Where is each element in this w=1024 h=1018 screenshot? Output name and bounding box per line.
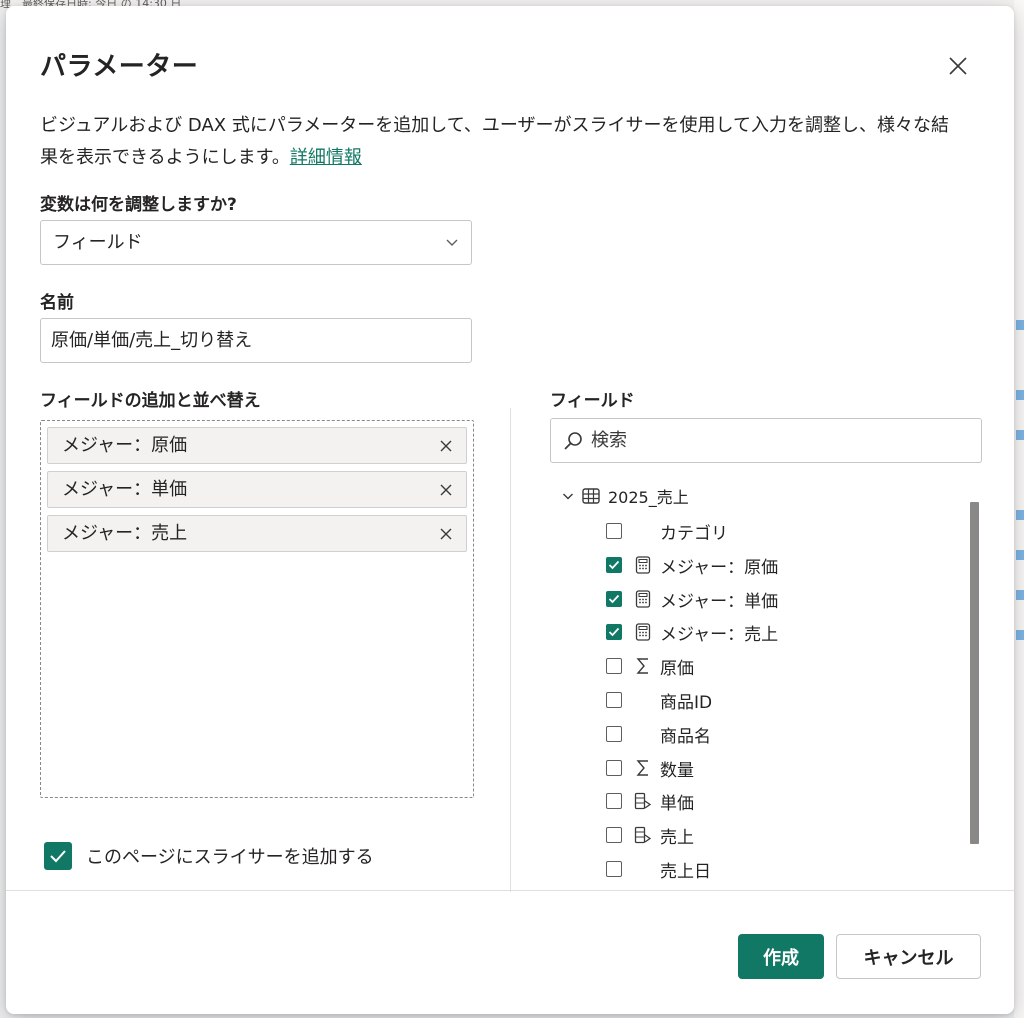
remove-icon[interactable] <box>440 528 452 540</box>
checkbox-unchecked[interactable] <box>606 726 622 742</box>
field-list-item[interactable]: カテゴリ <box>606 518 728 544</box>
column-divider <box>510 408 511 892</box>
cancel-button[interactable]: キャンセル <box>836 934 981 979</box>
search-icon <box>564 432 582 450</box>
field-label: 売上日 <box>660 861 711 882</box>
calculator-icon <box>634 556 652 574</box>
variable-dropdown[interactable]: フィールド <box>40 220 472 265</box>
chevron-down-icon <box>446 239 458 246</box>
field-list-item[interactable]: メジャー：原価 <box>606 552 778 578</box>
table-icon <box>582 488 600 504</box>
field-list-item[interactable]: 数量 <box>606 755 694 781</box>
calculator-icon <box>634 590 652 608</box>
calculator-icon <box>634 623 652 641</box>
added-field-chip[interactable]: メジャー：売上 <box>47 515 467 552</box>
field-label: 単価 <box>660 793 694 814</box>
field-list-item[interactable]: 商品名 <box>606 721 711 747</box>
sigma-icon <box>634 657 652 675</box>
scrollbar[interactable] <box>970 502 979 844</box>
create-button[interactable]: 作成 <box>738 934 824 979</box>
checkbox-unchecked[interactable] <box>606 827 622 843</box>
icon-placeholder <box>634 522 652 540</box>
checkbox-checked[interactable] <box>606 557 622 573</box>
added-fields-dropzone[interactable]: メジャー：原価 メジャー：単価 メジャー：売上 <box>40 420 474 798</box>
field-label: カテゴリ <box>660 523 728 544</box>
field-list-item[interactable]: 売上日 <box>606 856 711 882</box>
chevron-down-icon[interactable] <box>562 491 574 501</box>
icon-placeholder <box>634 860 652 878</box>
field-label: 原価 <box>660 658 694 679</box>
dialog-title: パラメーター <box>40 52 199 82</box>
checkbox-unchecked[interactable] <box>606 760 622 776</box>
field-list-item[interactable]: メジャー：売上 <box>606 619 778 645</box>
added-field-chip[interactable]: メジャー：単価 <box>47 471 467 508</box>
description-text: ビジュアルおよび DAX 式にパラメーターを追加して、ユーザーがスライサーを使用… <box>40 115 949 168</box>
add-slicer-checkbox[interactable]: このページにスライサーを追加する <box>44 841 374 871</box>
checkmark-icon <box>608 560 620 570</box>
checkmark-icon <box>50 850 66 863</box>
add-slicer-label: このページにスライサーを追加する <box>86 847 374 868</box>
checkbox-unchecked[interactable] <box>606 861 622 877</box>
name-label: 名前 <box>40 293 74 313</box>
table-node[interactable]: 2025_売上 <box>562 484 689 508</box>
field-label: メジャー：単価 <box>660 591 779 612</box>
close-button[interactable] <box>942 50 974 82</box>
footer-divider <box>6 890 1014 891</box>
field-list-item[interactable]: 単価 <box>606 788 694 814</box>
learn-more-link[interactable]: 詳細情報 <box>290 147 362 168</box>
search-placeholder: 検索 <box>591 430 627 451</box>
checkbox-checked[interactable] <box>606 624 622 640</box>
remove-icon[interactable] <box>440 484 452 496</box>
variable-label: 変数は何を調整しますか? <box>40 195 237 215</box>
field-list-item[interactable]: 原価 <box>606 653 694 679</box>
checkmark-icon <box>608 594 620 604</box>
close-icon <box>949 57 967 75</box>
field-label: メジャー：売上 <box>660 624 779 645</box>
dialog-description: ビジュアルおよび DAX 式にパラメーターを追加して、ユーザーがスライサーを使用… <box>40 110 960 174</box>
field-label: 数量 <box>660 760 694 781</box>
added-field-chip[interactable]: メジャー：原価 <box>47 427 467 464</box>
field-label: 商品ID <box>660 692 713 713</box>
fields-search-input[interactable]: 検索 <box>550 418 982 463</box>
icon-placeholder <box>634 725 652 743</box>
fields-panel-label: フィールド <box>550 391 635 411</box>
remove-icon[interactable] <box>440 440 452 452</box>
icon-placeholder <box>634 691 652 709</box>
sigma-icon <box>634 759 652 777</box>
chip-label: メジャー：原価 <box>62 435 188 456</box>
field-list-item[interactable]: 売上 <box>606 822 694 848</box>
name-input[interactable]: 原価/単価/売上_切り替え <box>40 318 472 363</box>
table-name: 2025_売上 <box>608 488 689 507</box>
checkbox-checked[interactable] <box>44 842 72 870</box>
background-right-panel <box>1014 0 1024 1018</box>
field-label: 売上 <box>660 827 694 848</box>
calculated-column-icon <box>634 826 652 844</box>
calculated-column-icon <box>634 792 652 810</box>
field-list-item[interactable]: 商品ID <box>606 687 712 713</box>
added-fields-label: フィールドの追加と並べ替え <box>40 391 261 411</box>
chip-label: メジャー：単価 <box>62 479 188 500</box>
checkbox-unchecked[interactable] <box>606 692 622 708</box>
field-label: メジャー：原価 <box>660 557 779 578</box>
checkbox-unchecked[interactable] <box>606 793 622 809</box>
checkbox-unchecked[interactable] <box>606 658 622 674</box>
parameter-dialog: パラメーター ビジュアルおよび DAX 式にパラメーターを追加して、ユーザーがス… <box>6 6 1014 1014</box>
checkmark-icon <box>608 627 620 637</box>
variable-selected-value: フィールド <box>53 232 143 253</box>
checkbox-unchecked[interactable] <box>606 523 622 539</box>
field-label: 商品名 <box>660 726 711 747</box>
chip-label: メジャー：売上 <box>62 523 188 544</box>
checkbox-checked[interactable] <box>606 591 622 607</box>
field-list-item[interactable]: メジャー：単価 <box>606 586 778 612</box>
